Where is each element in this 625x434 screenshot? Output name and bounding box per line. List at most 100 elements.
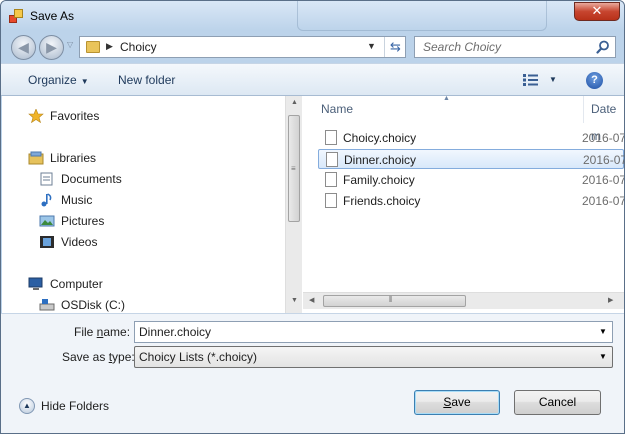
nav-label: Videos <box>61 235 98 249</box>
save-form: File name: ▼ Save as type: Choicy Lists … <box>1 313 624 433</box>
file-name-combobox: ▼ <box>134 321 613 343</box>
back-button[interactable]: ◀ <box>11 35 36 60</box>
search-box <box>414 36 616 58</box>
file-name: Dinner.choicy <box>344 153 417 167</box>
change-view-icon[interactable] <box>522 73 540 87</box>
nav-label: Music <box>61 193 93 207</box>
hide-folders-label: Hide Folders <box>41 399 110 413</box>
save-button[interactable]: Save <box>414 390 500 415</box>
save-as-type-value: Choicy Lists (*.choicy) <box>139 350 258 364</box>
nav-label: Libraries <box>50 151 97 165</box>
command-toolbar: Organize ▼ New folder ▼ ? <box>1 63 624 96</box>
label-part: ype: <box>112 350 135 364</box>
scroll-right-icon[interactable]: ▶ <box>608 296 613 304</box>
scroll-down-icon[interactable]: ▼ <box>291 297 298 304</box>
breadcrumb-choicy[interactable]: Choicy <box>120 40 157 54</box>
forward-arrow-icon: ▶ <box>46 39 57 55</box>
navigation-pane: Favorites Libraries Documents Music Pict… <box>2 96 302 313</box>
file-icon <box>325 130 337 145</box>
column-header-name[interactable]: Name <box>321 96 353 123</box>
file-name-input[interactable] <box>135 322 595 342</box>
libraries-icon <box>28 151 44 165</box>
folder-icon <box>86 41 100 53</box>
refresh-icon: ⇆ <box>390 39 401 54</box>
view-options-dropdown-icon[interactable]: ▼ <box>549 75 557 84</box>
file-date: 2016-07 <box>582 194 625 208</box>
chevron-down-icon[interactable]: ▼ <box>599 327 607 336</box>
documents-icon <box>40 172 53 186</box>
new-folder-button[interactable]: New folder <box>118 73 175 87</box>
address-dropdown-icon[interactable]: ▼ <box>367 41 376 51</box>
drive-icon <box>39 299 55 311</box>
music-icon <box>41 193 52 207</box>
nav-label: Favorites <box>50 109 100 123</box>
chevron-down-icon[interactable]: ▼ <box>599 352 607 361</box>
computer-icon <box>28 277 43 290</box>
search-icon[interactable] <box>596 40 610 54</box>
nav-pane-scrollbar[interactable]: ▲ ≡ ▼ <box>285 96 302 313</box>
grip-icon: ⦀ <box>389 295 393 304</box>
grip-icon: ≡ <box>291 164 296 173</box>
window-title: Save As <box>30 9 75 23</box>
app-icon <box>9 9 23 23</box>
file-row-dinner[interactable]: Dinner.choicy 2016-07 <box>318 149 624 169</box>
address-row: ◀ ▶ ▽ ▶ Choicy ▼ ⇆ <box>1 31 624 63</box>
file-name: Family.choicy <box>343 173 415 187</box>
label-part: ame: <box>103 325 131 339</box>
nav-label: Computer <box>50 277 103 291</box>
star-icon <box>28 109 44 123</box>
refresh-button[interactable]: ⇆ <box>384 37 406 57</box>
scroll-left-icon[interactable]: ◀ <box>309 296 314 304</box>
nav-label: Pictures <box>61 214 105 228</box>
collapse-up-icon: ▲ <box>19 398 35 414</box>
cancel-button[interactable]: Cancel <box>514 390 601 415</box>
content-area: Favorites Libraries Documents Music Pict… <box>2 95 624 313</box>
nav-item-computer[interactable]: Computer <box>28 274 278 294</box>
nav-item-osdisk[interactable]: OSDisk (C:) <box>39 295 279 315</box>
file-row-friends[interactable]: Friends.choicy 2016-07 <box>318 191 624 211</box>
close-button[interactable]: ✕ <box>574 2 620 21</box>
nav-label: Documents <box>61 172 122 186</box>
file-row-family[interactable]: Family.choicy 2016-07 <box>318 170 624 190</box>
chevron-down-icon: ▼ <box>80 77 89 86</box>
file-date: 2016-07 <box>582 173 625 187</box>
label-part: File <box>74 325 97 339</box>
organize-button[interactable]: Organize ▼ <box>28 73 89 87</box>
breadcrumb-arrow-icon[interactable]: ▶ <box>106 41 113 52</box>
button-label: ave <box>451 395 471 409</box>
back-arrow-icon: ◀ <box>18 39 29 55</box>
file-icon <box>325 193 337 208</box>
scrollbar-thumb[interactable]: ≡ <box>288 115 300 222</box>
file-name: Choicy.choicy <box>343 131 417 145</box>
forward-button[interactable]: ▶ <box>39 35 64 60</box>
file-list-pane: Name ▲ Date m Choicy.choicy 2016-07 Dinn… <box>303 95 624 313</box>
nav-item-documents[interactable]: Documents <box>39 169 279 189</box>
nav-label: OSDisk (C:) <box>61 298 125 312</box>
videos-icon <box>40 236 54 248</box>
nav-item-videos[interactable]: Videos <box>39 232 279 252</box>
title-bar: Save As ✕ <box>1 1 624 31</box>
file-list-horizontal-scrollbar[interactable]: ◀ ⦀ ▶ <box>303 292 624 309</box>
file-icon <box>326 152 338 167</box>
organize-label: Organize <box>28 73 77 87</box>
nav-item-pictures[interactable]: Pictures <box>39 211 279 231</box>
nav-item-music[interactable]: Music <box>39 190 279 210</box>
save-as-type-label: Save as type: <box>62 350 135 364</box>
label-part: Save as <box>62 350 109 364</box>
nav-item-favorites[interactable]: Favorites <box>28 106 278 126</box>
file-icon <box>325 172 337 187</box>
help-icon[interactable]: ? <box>586 72 603 89</box>
address-bar[interactable]: ▶ Choicy ▼ ⇆ <box>79 36 406 58</box>
search-input[interactable] <box>415 37 590 57</box>
file-name-label: File name: <box>74 325 130 339</box>
pictures-icon <box>39 215 55 227</box>
recent-locations-dropdown[interactable]: ▽ <box>67 40 73 49</box>
nav-item-libraries[interactable]: Libraries <box>28 148 278 168</box>
scroll-up-icon[interactable]: ▲ <box>291 99 298 106</box>
file-row-choicy[interactable]: Choicy.choicy 2016-07 <box>318 128 624 148</box>
file-name: Friends.choicy <box>343 194 421 208</box>
save-as-type-select[interactable]: Choicy Lists (*.choicy) ▼ <box>134 346 613 368</box>
save-as-dialog: Save As ✕ ◀ ▶ ▽ ▶ Choicy ▼ ⇆ Organize▼ N… <box>0 0 625 434</box>
column-header-date-modified[interactable]: Date m <box>583 96 624 143</box>
scrollbar-thumb[interactable]: ⦀ <box>323 295 466 307</box>
